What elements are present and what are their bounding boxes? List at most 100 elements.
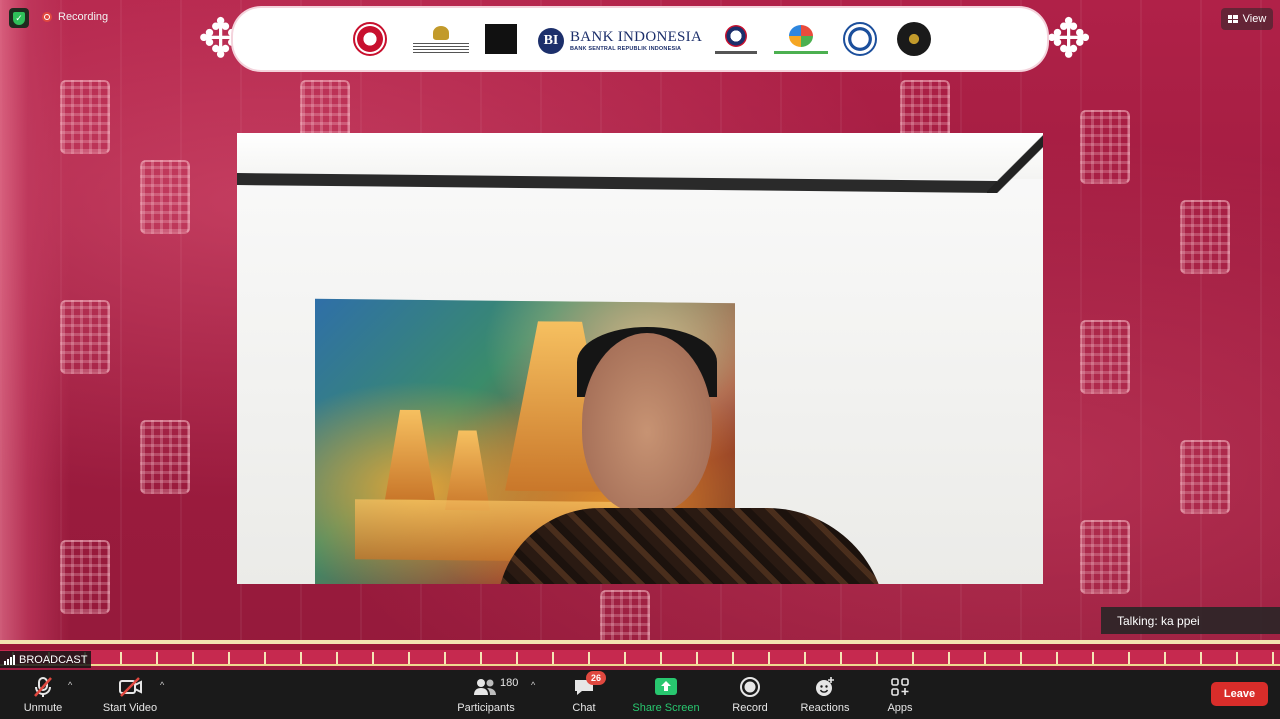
border-spike [1272, 652, 1274, 664]
pattern-motif [60, 300, 110, 374]
indonesia-logo-1 [353, 22, 387, 56]
border-spike [660, 652, 662, 664]
recording-label: Recording [58, 11, 109, 23]
border-spike [156, 652, 158, 664]
start-video-label: Start Video [102, 702, 158, 714]
ceiling [237, 133, 1043, 179]
gold-border-band [0, 640, 1280, 670]
reactions-button[interactable]: Reactions [798, 670, 852, 719]
audio-options-caret-icon[interactable]: ^ [68, 680, 72, 690]
bank-subtitle: BANK SENTRAL REPUBLIK INDONESIA [570, 45, 682, 52]
view-label: View [1242, 13, 1267, 25]
broadcast-label: BROADCAST [19, 653, 88, 666]
border-spike [552, 652, 554, 664]
apps-button[interactable]: Apps [882, 670, 918, 719]
pattern-motif [1080, 320, 1130, 394]
border-spike [120, 652, 122, 664]
video-off-icon [118, 676, 144, 698]
unmute-label: Unmute [23, 702, 63, 714]
border-spike [840, 652, 842, 664]
garuda-emblem-icon [413, 22, 469, 56]
border-spike [480, 652, 482, 664]
ministry-logo [715, 22, 757, 56]
view-button[interactable]: View [1221, 8, 1273, 30]
border-spike [1200, 652, 1202, 664]
border-spike [1164, 652, 1166, 664]
border-spike [804, 652, 806, 664]
share-screen-label: Share Screen [632, 702, 700, 714]
bank-indonesia-mark-icon: BI [538, 28, 564, 54]
border-spike [264, 652, 266, 664]
border-spike [624, 652, 626, 664]
border-spike [336, 652, 338, 664]
dark-seal-logo [897, 22, 931, 56]
speaker-video[interactable] [237, 133, 1043, 584]
speaker-person [487, 327, 887, 584]
chat-unread-badge: 26 [586, 671, 606, 685]
meeting-toolbar: Unmute ^ Start Video ^ 180 Participants … [0, 670, 1280, 719]
security-shield-icon[interactable]: ✓ [9, 8, 29, 28]
border-spike [408, 652, 410, 664]
share-screen-button[interactable]: Share Screen [630, 670, 702, 719]
border-spike [948, 652, 950, 664]
pattern-motif [1180, 440, 1230, 514]
start-video-button[interactable]: Start Video [100, 670, 160, 719]
record-icon [739, 676, 761, 698]
participants-icon [473, 676, 497, 698]
border-spike [876, 652, 878, 664]
participants-label: Participants [457, 702, 515, 714]
recording-indicator[interactable]: Recording [42, 11, 108, 23]
participants-caret-icon[interactable]: ^ [531, 680, 535, 690]
unmute-button[interactable]: Unmute [16, 670, 70, 719]
black-square-logo [485, 24, 517, 54]
reactions-label: Reactions [800, 702, 850, 714]
record-label: Record [732, 702, 768, 714]
apps-icon [889, 676, 911, 698]
border-spike [696, 652, 698, 664]
border-spike [1092, 652, 1094, 664]
muted-microphone-icon [31, 676, 55, 698]
border-spike [1056, 652, 1058, 664]
leave-button[interactable]: Leave [1211, 682, 1268, 706]
recording-dot-icon [42, 12, 52, 22]
broadcast-indicator: BROADCAST [0, 651, 92, 668]
right-ornament-icon: ✥ [1046, 9, 1092, 69]
left-ornament-icon: ✥ [198, 9, 244, 69]
record-button[interactable]: Record [728, 670, 772, 719]
border-spike [1128, 652, 1130, 664]
border-spike [1020, 652, 1022, 664]
share-screen-icon [655, 676, 677, 698]
video-options-caret-icon[interactable]: ^ [160, 680, 164, 690]
border-spike [1236, 652, 1238, 664]
pattern-motif [60, 80, 110, 154]
border-spike [516, 652, 518, 664]
border-spike [588, 652, 590, 664]
grid-view-icon [1227, 15, 1238, 23]
apps-label: Apps [887, 702, 913, 714]
border-spike [768, 652, 770, 664]
participants-button[interactable]: 180 Participants [453, 670, 519, 719]
border-spike [444, 652, 446, 664]
sponsor-banner: BI BANK INDONESIA BANK SENTRAL REPUBLIK … [233, 8, 1047, 70]
bank-name: BANK INDONESIA [570, 28, 703, 45]
kemenperin-logo [773, 22, 829, 56]
border-spike [912, 652, 914, 664]
pattern-motif [1080, 520, 1130, 594]
border-spike [984, 652, 986, 664]
border-spike [192, 652, 194, 664]
wall-corner [987, 133, 1043, 193]
pattern-motif [1180, 200, 1230, 274]
pattern-motif [1080, 110, 1130, 184]
circle-emblem-logo [843, 22, 877, 56]
participants-count: 180 [500, 677, 519, 689]
border-spike [228, 652, 230, 664]
pattern-motif [60, 540, 110, 614]
talking-indicator: Talking: ka ppei [1101, 607, 1280, 634]
border-spike [372, 652, 374, 664]
chat-button[interactable]: 26 Chat [565, 670, 606, 719]
pattern-motif [140, 420, 190, 494]
reactions-smiley-icon [814, 676, 836, 698]
chat-label: Chat [572, 702, 596, 714]
signal-bars-icon [4, 654, 15, 665]
bank-indonesia-logo: BI BANK INDONESIA BANK SENTRAL REPUBLIK … [538, 26, 702, 56]
